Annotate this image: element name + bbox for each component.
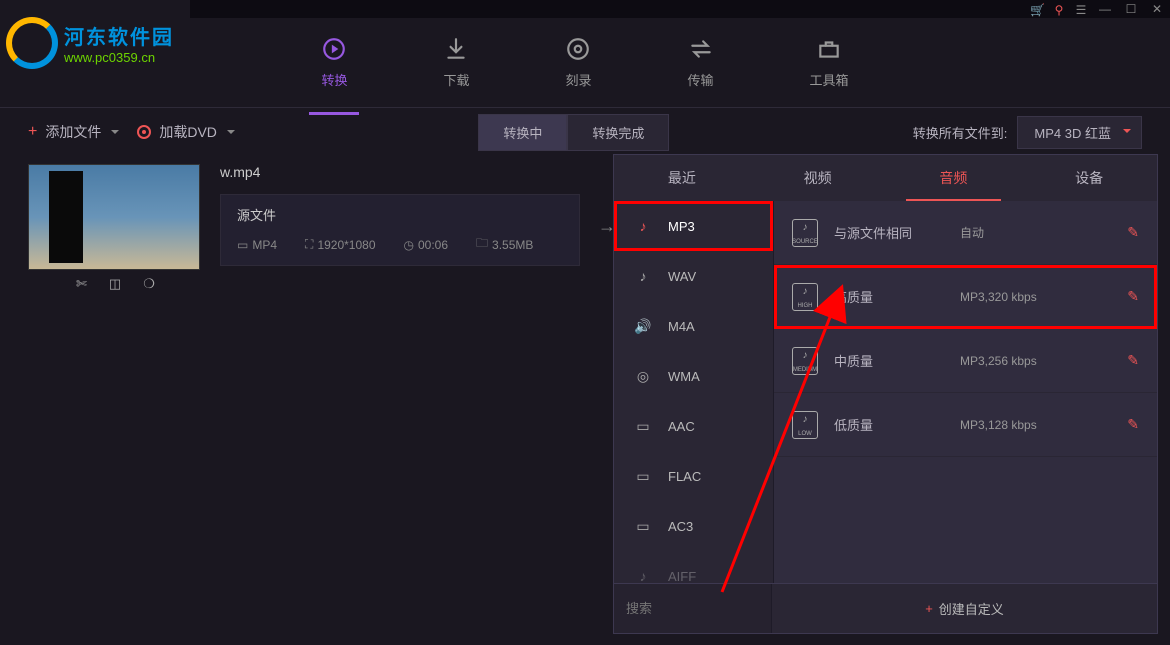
transfer-icon	[688, 36, 714, 62]
quality-high[interactable]: HIGH 高质量 MP3,320 kbps ✎	[774, 265, 1157, 329]
maximize-button[interactable]: ☐	[1122, 3, 1140, 15]
disc-icon	[137, 125, 151, 139]
add-file-label: 添加文件	[45, 122, 101, 142]
video-thumbnail[interactable]	[28, 164, 200, 270]
key-icon[interactable]: ⚲	[1052, 3, 1066, 15]
source-box: 源文件 ▭ MP4 ⛶ 1920*1080 ◷ 00:06 🗀 3.55MB	[220, 194, 580, 266]
nav-label: 传输	[688, 70, 714, 89]
popup-tab-video[interactable]: 视频	[750, 155, 886, 201]
create-custom-button[interactable]: + 创建自定义	[772, 599, 1157, 618]
format-flac[interactable]: ▭ FLAC	[614, 451, 773, 501]
crop-icon[interactable]: ◫	[109, 276, 121, 292]
music-icon: ♪	[632, 267, 654, 285]
trim-icon[interactable]: ✄	[76, 276, 87, 292]
watermark-url: www.pc0359.cn	[64, 50, 174, 65]
file-size: 🗀 3.55MB	[476, 234, 533, 255]
watermark-logo-icon	[6, 17, 58, 69]
tab-done[interactable]: 转换完成	[567, 114, 669, 151]
format-icon: ▭	[632, 417, 654, 435]
format-list: ♪ MP3 ♪ WAV 🔊 M4A ◎ WMA ▭ AAC ▭ FLAC	[614, 201, 774, 583]
nav-label: 下载	[443, 70, 469, 89]
effects-icon[interactable]: ❍	[143, 276, 155, 292]
format-search-box[interactable]	[614, 584, 772, 633]
plus-icon: +	[28, 123, 37, 141]
source-label: 源文件	[237, 205, 563, 224]
quality-medium[interactable]: MEDIUM 中质量 MP3,256 kbps ✎	[774, 329, 1157, 393]
format-icon: ▭	[632, 467, 654, 485]
hamburger-icon[interactable]: ☰	[1074, 3, 1088, 15]
tab-in-progress[interactable]: 转换中	[478, 114, 567, 151]
nav-transfer[interactable]: 传输	[676, 30, 726, 95]
site-watermark: 河东软件园 www.pc0359.cn	[0, 0, 190, 85]
format-m4a[interactable]: 🔊 M4A	[614, 301, 773, 351]
quality-list: SOURCE 与源文件相同 自动 ✎ HIGH 高质量 MP3,320 kbps…	[774, 201, 1157, 583]
format-icon: ♪	[632, 567, 654, 583]
quality-same-as-source[interactable]: SOURCE 与源文件相同 自动 ✎	[774, 201, 1157, 265]
toolbox-icon	[816, 36, 842, 62]
music-icon: ♪	[632, 217, 654, 235]
format-icon: ▭	[632, 517, 654, 535]
watermark-text: 河东软件园	[64, 21, 174, 50]
load-dvd-button[interactable]: 加载DVD	[137, 122, 235, 142]
nav-label: 刻录	[565, 70, 591, 89]
edit-preset-icon[interactable]: ✎	[1127, 416, 1139, 433]
format-aiff[interactable]: ♪ AIFF	[614, 551, 773, 583]
source-quality-icon: SOURCE	[792, 219, 818, 247]
download-icon	[443, 36, 469, 62]
chevron-down-icon	[227, 130, 235, 134]
popup-tab-recent[interactable]: 最近	[614, 155, 750, 201]
nav-label: 转换	[321, 70, 347, 89]
format-ac3[interactable]: ▭ AC3	[614, 501, 773, 551]
convert-all-select[interactable]: MP4 3D 红蓝	[1017, 116, 1142, 149]
close-button[interactable]: ✕	[1148, 3, 1166, 15]
speaker-icon: ◎	[632, 367, 654, 385]
edit-preset-icon[interactable]: ✎	[1127, 288, 1139, 305]
high-quality-icon: HIGH	[792, 283, 818, 311]
popup-tab-device[interactable]: 设备	[1021, 155, 1157, 201]
toolbar: + 添加文件 加载DVD 转换中 转换完成 转换所有文件到: MP4 3D 红蓝	[0, 108, 1170, 156]
nav-convert[interactable]: 转换	[309, 30, 359, 95]
nav-burn[interactable]: 刻录	[553, 30, 603, 95]
edit-preset-icon[interactable]: ✎	[1127, 352, 1139, 369]
add-file-button[interactable]: + 添加文件	[28, 122, 119, 142]
plus-icon: +	[925, 601, 933, 616]
medium-quality-icon: MEDIUM	[792, 347, 818, 375]
popup-tab-audio[interactable]: 音频	[886, 155, 1022, 201]
load-dvd-label: 加载DVD	[159, 122, 217, 142]
nav-label: 工具箱	[810, 70, 849, 89]
format-aac[interactable]: ▭ AAC	[614, 401, 773, 451]
nav-toolbox[interactable]: 工具箱	[798, 30, 861, 95]
file-duration: ◷ 00:06	[404, 234, 449, 255]
burn-icon	[565, 36, 591, 62]
edit-preset-icon[interactable]: ✎	[1127, 224, 1139, 241]
cart-icon[interactable]: 🛒	[1030, 3, 1044, 15]
file-format: ▭ MP4	[237, 234, 277, 255]
convert-icon	[321, 36, 347, 62]
convert-all-label: 转换所有文件到:	[913, 123, 1008, 142]
nav-download[interactable]: 下载	[431, 30, 481, 95]
format-picker-popup: 最近 视频 音频 设备 ♪ MP3 ♪ WAV 🔊 M4A ◎ WMA ▭	[613, 154, 1158, 634]
search-input[interactable]	[626, 601, 759, 616]
chevron-down-icon	[111, 130, 119, 134]
format-wav[interactable]: ♪ WAV	[614, 251, 773, 301]
speaker-icon: 🔊	[632, 317, 654, 335]
low-quality-icon: LOW	[792, 411, 818, 439]
format-mp3[interactable]: ♪ MP3	[614, 201, 773, 251]
quality-low[interactable]: LOW 低质量 MP3,128 kbps ✎	[774, 393, 1157, 457]
file-resolution: ⛶ 1920*1080	[305, 234, 375, 255]
format-wma[interactable]: ◎ WMA	[614, 351, 773, 401]
minimize-button[interactable]: —	[1096, 3, 1114, 15]
